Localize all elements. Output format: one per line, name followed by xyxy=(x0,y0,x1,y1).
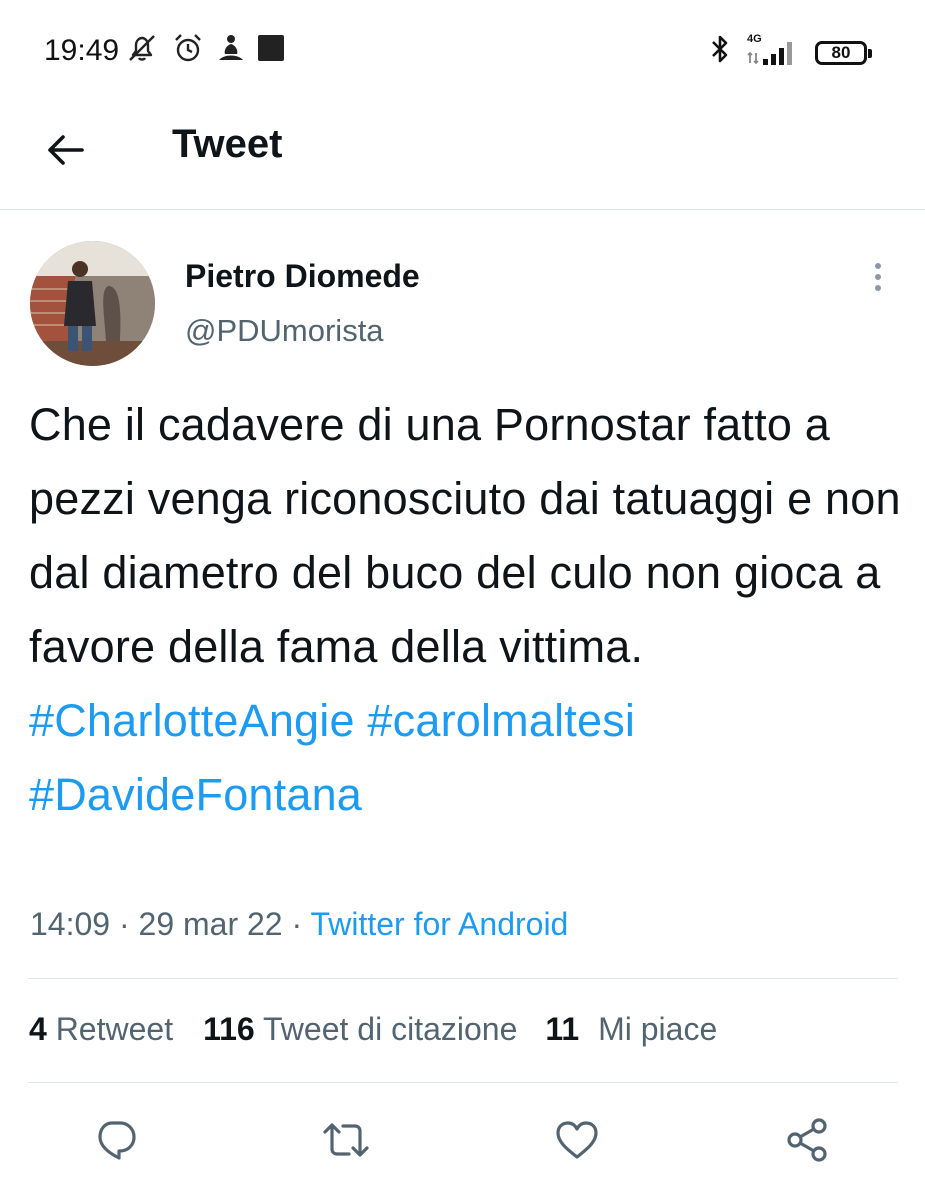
avatar[interactable] xyxy=(30,241,155,366)
meta-separator: · xyxy=(118,906,130,942)
status-bar: 19:49 4G 80 xyxy=(0,0,925,100)
battery-level: 80 xyxy=(831,43,851,62)
quotes-stat[interactable]: 116 Tweet di citazione xyxy=(203,1011,517,1048)
reply-button[interactable] xyxy=(88,1112,144,1168)
likes-count: 11 xyxy=(545,1011,580,1047)
likes-label: Mi piace xyxy=(598,1011,718,1047)
arrow-left-icon xyxy=(48,135,84,165)
divider xyxy=(28,978,898,979)
muted-bell-icon xyxy=(124,30,160,66)
share-button[interactable] xyxy=(780,1112,836,1168)
tweet-time[interactable]: 14:09 xyxy=(30,906,110,942)
tweet-text: Che il cadavere di una Pornostar fatto a… xyxy=(29,388,909,832)
tweet-meta: 14:09 · 29 mar 22 · Twitter for Android xyxy=(30,906,568,943)
tweet-body: Che il cadavere di una Pornostar fatto a… xyxy=(29,399,901,672)
meta-separator: · xyxy=(291,906,303,942)
retweet-button[interactable] xyxy=(318,1112,374,1168)
tweet-stats: 4 Retweet 116 Tweet di citazione 11 Mi p… xyxy=(29,1011,717,1048)
more-options-button[interactable] xyxy=(866,259,890,299)
divider xyxy=(28,1082,898,1083)
tweet-source[interactable]: Twitter for Android xyxy=(310,906,568,942)
hashtag-link[interactable]: #CharlotteAngie xyxy=(29,695,355,746)
hashtag-link[interactable]: #DavideFontana xyxy=(29,769,362,820)
likes-stat[interactable]: 11 Mi piace xyxy=(545,1011,717,1048)
status-time: 19:49 xyxy=(44,34,120,67)
status-icons-right: 4G 80 xyxy=(709,32,872,73)
status-icons-left xyxy=(124,30,286,66)
avatar-image xyxy=(30,241,155,366)
retweet-icon xyxy=(323,1123,369,1157)
quotes-count: 116 xyxy=(203,1011,255,1047)
retweets-count: 4 xyxy=(29,1011,47,1047)
heart-icon xyxy=(556,1121,598,1159)
author-handle[interactable]: @PDUmorista xyxy=(185,313,384,349)
reply-icon xyxy=(98,1121,136,1160)
back-button[interactable] xyxy=(44,128,88,172)
author-name[interactable]: Pietro Diomede xyxy=(185,258,420,295)
like-button[interactable] xyxy=(549,1112,605,1168)
hashtag-link[interactable]: #carolmaltesi xyxy=(367,695,635,746)
page-title: Tweet xyxy=(172,122,283,166)
retweets-label: Retweet xyxy=(55,1011,174,1047)
tweet-date[interactable]: 29 mar 22 xyxy=(139,906,283,942)
quotes-label: Tweet di citazione xyxy=(263,1011,518,1047)
more-vertical-icon-dot xyxy=(875,274,881,280)
alarm-icon xyxy=(170,30,206,66)
share-icon xyxy=(787,1118,827,1162)
notification-square-icon xyxy=(256,30,286,66)
retweets-stat[interactable]: 4 Retweet xyxy=(29,1011,173,1048)
tweet-action-bar xyxy=(0,1112,925,1172)
signal-icon: 4G xyxy=(745,33,801,71)
more-vertical-icon-dot xyxy=(875,285,881,291)
meditation-icon xyxy=(216,30,246,66)
battery-indicator: 80 xyxy=(815,40,872,65)
bluetooth-icon xyxy=(709,32,731,73)
top-app-bar: Tweet xyxy=(0,100,925,210)
more-vertical-icon xyxy=(875,263,881,269)
